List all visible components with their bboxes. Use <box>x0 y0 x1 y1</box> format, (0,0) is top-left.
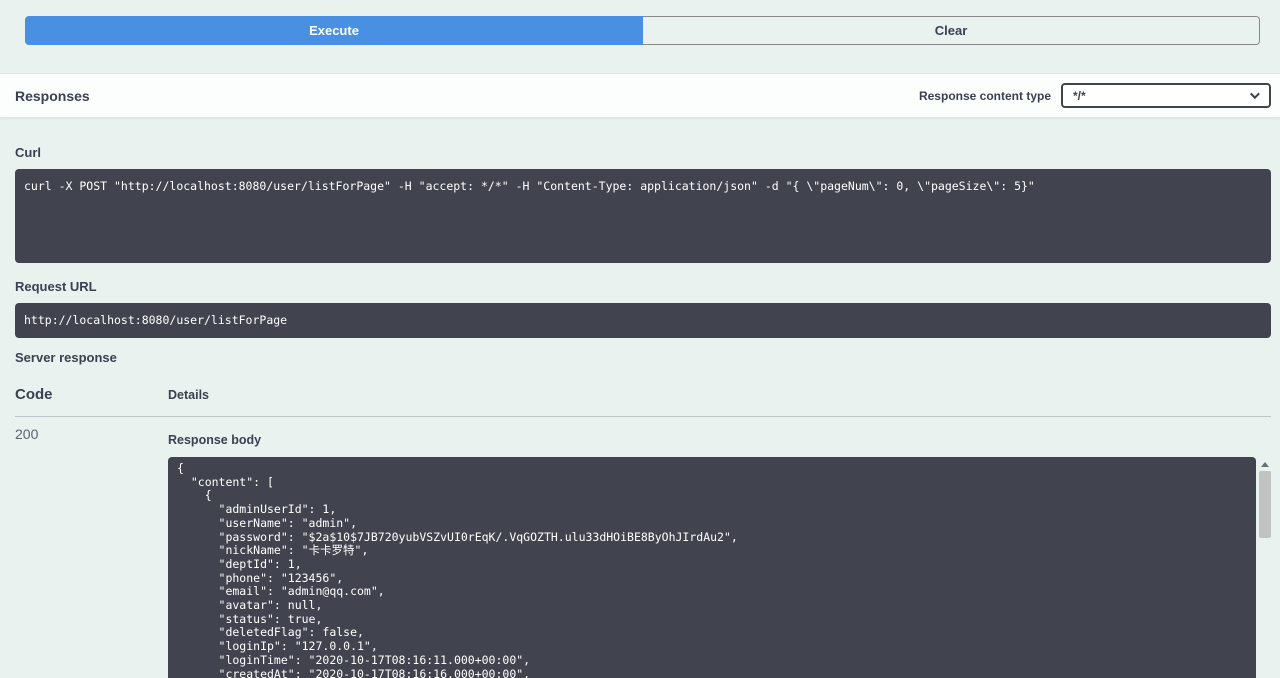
response-content-type-value: */* <box>1073 89 1086 103</box>
response-status-code: 200 <box>15 426 168 678</box>
response-body-container: { "content": [ { "adminUserId": 1, "user… <box>168 457 1271 678</box>
responses-header: Responses Response content type */* <box>0 73 1280 118</box>
response-content-type-label: Response content type <box>919 89 1051 103</box>
scrollbar-thumb[interactable] <box>1259 471 1271 538</box>
request-url-label: Request URL <box>15 279 1271 294</box>
server-response-table: Code Details 200 Response body { "conten… <box>15 386 1271 678</box>
request-url-value: http://localhost:8080/user/listForPage <box>15 303 1271 338</box>
scrollbar-up-arrow-icon[interactable] <box>1261 462 1269 467</box>
details-column-header: Details <box>168 386 1271 403</box>
responses-inner: Curl curl -X POST "http://localhost:8080… <box>0 145 1280 678</box>
response-body-label: Response body <box>168 433 1271 447</box>
response-content-type-control: Response content type */* <box>919 83 1271 108</box>
response-row: 200 Response body { "content": [ { "admi… <box>15 417 1271 678</box>
try-it-out-panel: Execute Clear Responses Response content… <box>0 0 1280 678</box>
clear-button[interactable]: Clear <box>643 16 1260 45</box>
response-content-type-select[interactable]: */* <box>1061 83 1271 108</box>
curl-command[interactable]: curl -X POST "http://localhost:8080/user… <box>15 169 1271 263</box>
chevron-down-icon <box>1250 89 1260 99</box>
server-response-table-header: Code Details <box>15 386 1271 417</box>
execute-button-group: Execute Clear <box>0 0 1280 45</box>
response-body-json[interactable]: { "content": [ { "adminUserId": 1, "user… <box>168 457 1256 678</box>
responses-title: Responses <box>15 88 90 104</box>
response-body-scrollbar[interactable] <box>1259 457 1271 678</box>
code-column-header: Code <box>15 386 168 403</box>
execute-button[interactable]: Execute <box>25 16 643 45</box>
curl-label: Curl <box>15 145 1271 160</box>
response-details-cell: Response body { "content": [ { "adminUse… <box>168 426 1271 678</box>
server-response-label: Server response <box>15 350 1271 365</box>
